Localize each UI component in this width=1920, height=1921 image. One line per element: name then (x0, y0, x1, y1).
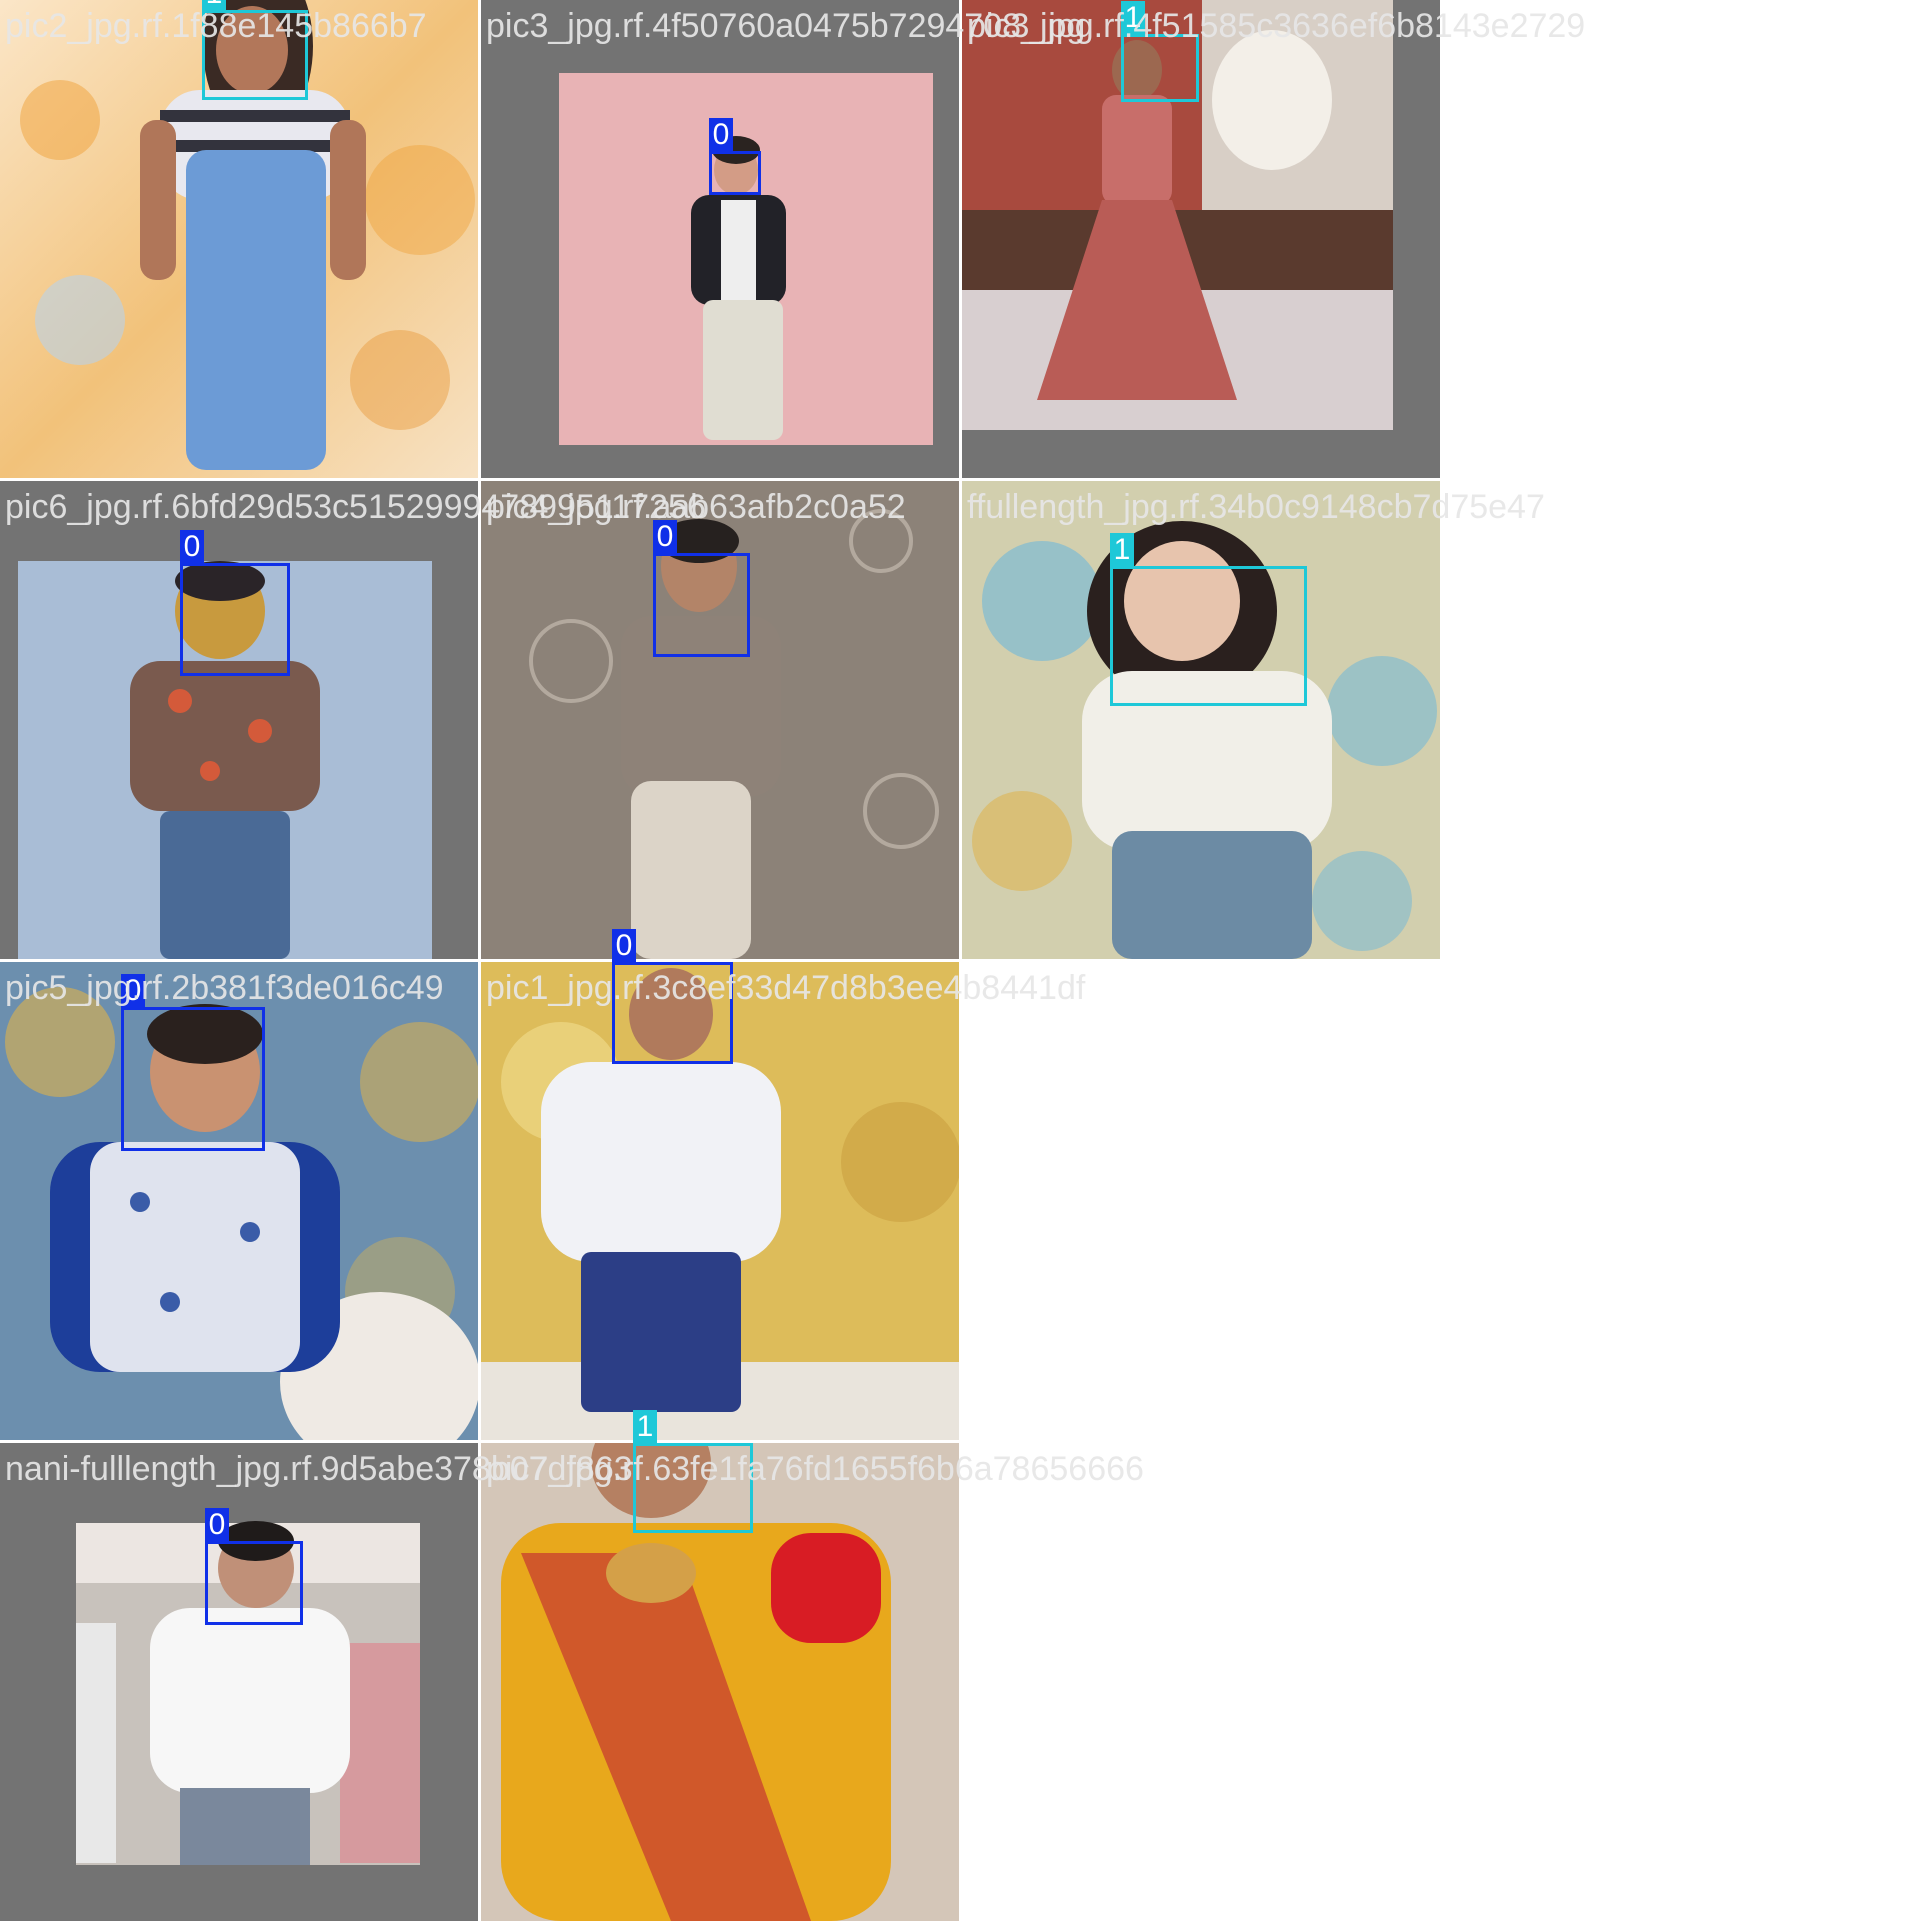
box-class-label: 0 (612, 929, 636, 962)
box-class-label: 0 (205, 1508, 229, 1541)
tile-filename: pic1_jpg.rf.3c8ef33d47d8b3ee4b8441df (486, 969, 1086, 1007)
mosaic-tile (962, 481, 1440, 959)
mosaic-tile (481, 0, 959, 478)
detection-mosaic: pic2_jpg.rf.1f88e145b866b7 pic3_jpg.rf.4… (0, 0, 1920, 1921)
bounding-box: 0 (653, 520, 750, 657)
bounding-box: 0 (121, 974, 265, 1151)
photo (962, 481, 1440, 959)
mosaic-tile (962, 0, 1440, 478)
box-class-label: 1 (1110, 533, 1134, 566)
mosaic-tile (0, 1443, 478, 1921)
photo (18, 561, 432, 959)
tile-filename: pic7_jpg.rf.63fe1fa76fd1655f6b6a78656666 (486, 1450, 1144, 1488)
tile-filename: pic4_jpg.rf.aab63afb2c0a52 (486, 488, 906, 526)
box-class-label: 1 (633, 1410, 657, 1443)
bounding-box: 0 (180, 530, 290, 676)
tile-filename: pic3_jpg.rf.4f51585c3636ef6b8143e2729 (967, 7, 1586, 45)
tile-filename: pic2_jpg.rf.1f88e145b866b7 (5, 7, 427, 45)
tile-filename: ffullength_jpg.rf.34b0c9148cb7d75e47 (967, 488, 1545, 526)
tile-filename: pic5_jpg.rf.2b381f3de016c49 (5, 969, 444, 1007)
bounding-box: 0 (205, 1508, 303, 1625)
photo (559, 73, 933, 445)
bounding-box: 0 (709, 118, 761, 195)
bounding-box: 1 (1110, 533, 1307, 706)
box-class-label: 0 (180, 530, 204, 563)
photo (962, 0, 1393, 430)
box-class-label: 0 (709, 118, 733, 151)
photo (76, 1521, 420, 1865)
mosaic-tile (0, 481, 478, 959)
